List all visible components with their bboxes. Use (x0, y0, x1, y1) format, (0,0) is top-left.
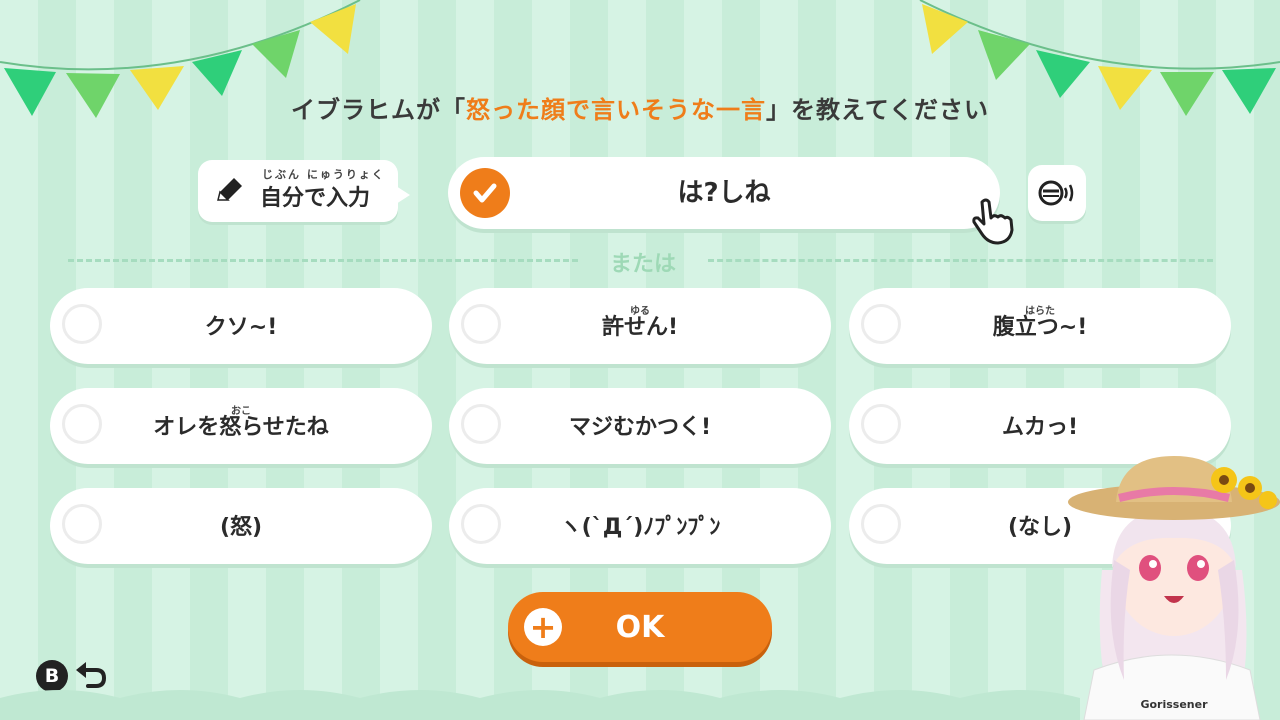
hand-cursor-icon (972, 198, 1014, 245)
choice-label: 許せん! (601, 315, 679, 340)
prompt-highlight: 怒った顔で言いそうな一言 (465, 96, 766, 124)
self-input-ruby: じぶん にゅうりょく (262, 168, 385, 181)
pencil-icon (217, 178, 242, 201)
prompt-prefix: イブラヒムが「 (290, 96, 466, 124)
choice-option[interactable]: (怒) (50, 488, 432, 564)
question-prompt: イブラヒムが「怒った顔で言いそうな一言」を教えてください (0, 90, 1280, 125)
choice-label: マジむかつく! (568, 415, 712, 440)
streamer-avatar: Gorissener (1068, 456, 1280, 720)
choice-label: クソ~! (204, 315, 278, 340)
choice-option[interactable]: はらた 腹立つ~! (849, 288, 1231, 364)
choice-option[interactable]: クソ~! (50, 288, 432, 364)
self-input-label: 自分で入力 (260, 186, 371, 211)
divider-right (708, 259, 1213, 262)
answer-field[interactable]: は?しね (448, 157, 1000, 229)
choice-option[interactable]: ゆる 許せん! (449, 288, 831, 364)
choice-option[interactable]: ヽ(`Д´)ﾉﾌﾟﾝﾌﾟﾝ (449, 488, 831, 564)
choice-label: ヽ(`Д´)ﾉﾌﾟﾝﾌﾟﾝ (559, 515, 721, 540)
choice-option[interactable]: おこ オレを怒らせたね (50, 388, 432, 464)
choice-option[interactable]: マジむかつく! (449, 388, 831, 464)
prompt-suffix: 」を教えてください (765, 96, 990, 124)
choice-label: (怒) (219, 515, 263, 540)
speech-icon (1038, 180, 1074, 206)
divider-left (68, 259, 578, 262)
choice-label: 腹立つ~! (992, 315, 1088, 340)
voice-button[interactable] (1028, 165, 1086, 221)
answer-text: は?しね (677, 178, 771, 208)
avatar-shirt-text: Gorissener (1140, 698, 1208, 711)
choice-label: オレを怒らせたね (153, 415, 329, 440)
ok-label: OK (615, 610, 665, 645)
or-label: または (609, 252, 676, 277)
ok-button[interactable]: + OK (508, 592, 772, 662)
self-input-button[interactable]: じぶん にゅうりょく 自分で入力 (198, 160, 410, 222)
